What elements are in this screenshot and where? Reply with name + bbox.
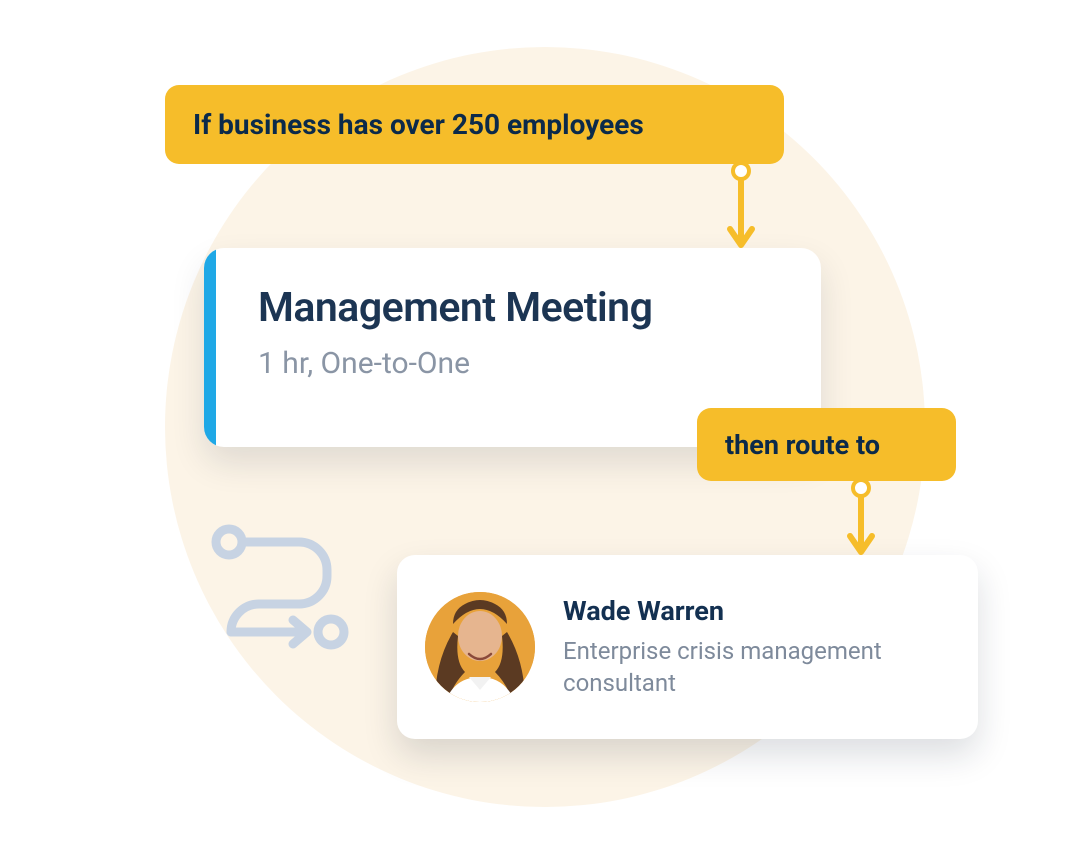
- meeting-card-accent: [204, 248, 216, 447]
- arrow-down-icon: [726, 163, 756, 255]
- person-card: Wade Warren Enterprise crisis management…: [397, 555, 978, 739]
- route-label: then route to: [725, 429, 880, 461]
- meeting-card-body: Management Meeting 1 hr, One-to-One: [216, 248, 692, 447]
- condition-tag: If business has over 250 employees: [165, 85, 784, 164]
- meeting-title: Management Meeting: [258, 284, 652, 332]
- person-text: Wade Warren Enterprise crisis management…: [563, 595, 948, 700]
- meeting-subtitle: 1 hr, One-to-One: [258, 346, 652, 381]
- condition-label: If business has over 250 employees: [193, 108, 644, 141]
- person-role: Enterprise crisis management consultant: [563, 635, 948, 700]
- routing-diagram: Management Meeting 1 hr, One-to-One Wade…: [0, 0, 1088, 841]
- avatar-image: [425, 592, 535, 702]
- route-tag: then route to: [697, 408, 956, 481]
- route-path-icon: [203, 520, 363, 660]
- person-name: Wade Warren: [563, 595, 948, 627]
- arrow-down-icon: [846, 480, 876, 562]
